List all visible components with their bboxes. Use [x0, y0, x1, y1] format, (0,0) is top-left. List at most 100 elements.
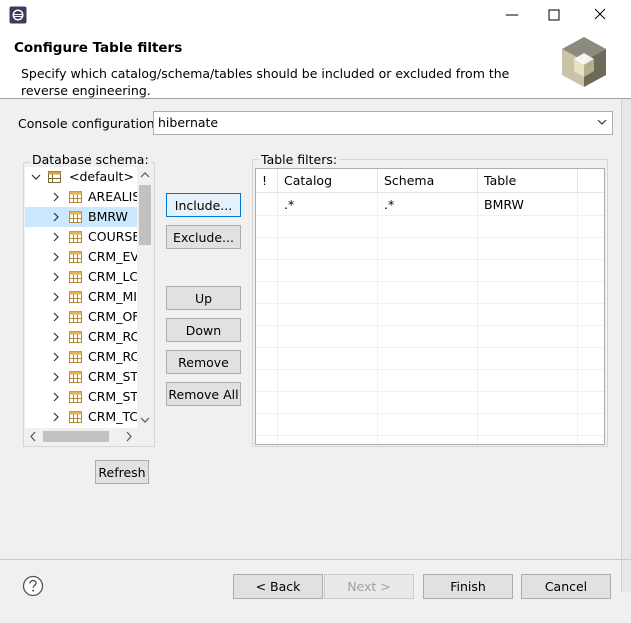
- help-icon[interactable]: [22, 575, 44, 597]
- tree-item-table[interactable]: COURSE: [25, 227, 137, 247]
- tree-root-label: <default>: [69, 169, 134, 184]
- grid-line: [256, 281, 604, 282]
- chevron-right-icon[interactable]: [51, 292, 61, 302]
- wizard-header: Configure Table filters Specify which ca…: [0, 32, 631, 99]
- console-configuration-value: hibernate: [158, 115, 219, 130]
- cell-catalog: .*: [284, 197, 295, 212]
- chevron-right-icon[interactable]: [51, 412, 61, 422]
- table-icon: [69, 251, 82, 263]
- grid-line: [377, 193, 378, 444]
- grid-line: [277, 193, 278, 444]
- chevron-down-icon: [597, 119, 607, 125]
- chevron-right-icon[interactable]: [51, 332, 61, 342]
- tree-item-table[interactable]: CRM_ST: [25, 367, 137, 387]
- tree-root[interactable]: <default>: [25, 167, 137, 187]
- footer-separator: [0, 559, 631, 560]
- column-header-catalog[interactable]: Catalog: [278, 169, 378, 193]
- schema-tree[interactable]: <default> AREALIS BMRW COURSE CRM_EV CRM_LC C…: [25, 167, 153, 445]
- chevron-right-icon[interactable]: [51, 252, 61, 262]
- cell-table: BMRW: [484, 197, 524, 212]
- up-button[interactable]: Up: [166, 286, 241, 310]
- grid-line: [256, 303, 604, 304]
- cancel-button[interactable]: Cancel: [521, 574, 611, 599]
- include-button[interactable]: Include...: [166, 193, 241, 217]
- remove-button[interactable]: Remove: [166, 350, 241, 374]
- down-button[interactable]: Down: [166, 318, 241, 342]
- horizontal-scrollbar[interactable]: [25, 428, 137, 445]
- tree-item-table[interactable]: BMRW: [25, 207, 137, 227]
- remove-all-button[interactable]: Remove All: [166, 382, 241, 406]
- page-title: Configure Table filters: [14, 40, 183, 56]
- tree-item-table[interactable]: CRM_TC: [25, 407, 137, 427]
- tree-item-table[interactable]: CRM_MI: [25, 287, 137, 307]
- tree-item-table[interactable]: CRM_EV: [25, 247, 137, 267]
- table-filters-grid[interactable]: ! Catalog Schema Table .* .* BMRW: [255, 168, 605, 445]
- title-bar: —: [0, 0, 631, 32]
- chevron-down-icon[interactable]: [31, 172, 41, 182]
- schema-icon: [48, 171, 61, 183]
- exclude-button[interactable]: Exclude...: [166, 225, 241, 249]
- chevron-left-icon[interactable]: [25, 428, 42, 445]
- chevron-right-icon[interactable]: [120, 428, 137, 445]
- tree-item-label: CRM_LC: [88, 269, 137, 284]
- column-header-schema[interactable]: Schema: [378, 169, 478, 193]
- tree-item-label: AREALIS: [88, 189, 137, 204]
- grid-line: [577, 193, 578, 444]
- chevron-up-icon[interactable]: [137, 167, 153, 184]
- grid-line: [256, 391, 604, 392]
- maximize-button[interactable]: [542, 4, 566, 26]
- vertical-scrollbar[interactable]: [137, 167, 153, 428]
- grid-line: [256, 237, 604, 238]
- next-button[interactable]: Next >: [324, 574, 414, 599]
- chevron-right-icon[interactable]: [51, 232, 61, 242]
- console-configuration-label: Console configuration:: [18, 116, 159, 131]
- grid-line: [477, 193, 478, 444]
- table-icon: [69, 211, 82, 223]
- minimize-button[interactable]: —: [500, 4, 524, 26]
- chevron-right-icon[interactable]: [51, 272, 61, 282]
- column-header-table[interactable]: Table: [478, 169, 578, 193]
- chevron-right-icon[interactable]: [51, 352, 61, 362]
- hibernate-cube-icon: [562, 37, 606, 87]
- finish-button[interactable]: Finish: [423, 574, 513, 599]
- tree-item-table[interactable]: CRM_LC: [25, 267, 137, 287]
- grid-line: [256, 369, 604, 370]
- grid-line: [256, 435, 604, 436]
- grid-line: [256, 215, 604, 216]
- tree-item-table[interactable]: AREALIS: [25, 187, 137, 207]
- page-description: Specify which catalog/schema/tables shou…: [21, 66, 510, 98]
- tree-item-table[interactable]: CRM_ST: [25, 387, 137, 407]
- tree-item-label: CRM_RC: [88, 329, 137, 344]
- column-header-filler: [578, 169, 604, 193]
- tree-item-table[interactable]: CRM_OF: [25, 307, 137, 327]
- scrollbar-thumb[interactable]: [43, 431, 109, 442]
- tree-item-label: CRM_TC: [88, 409, 137, 424]
- tree-item-table[interactable]: CRM_RC: [25, 327, 137, 347]
- tree-item-label: CRM_ST: [88, 389, 137, 404]
- chevron-right-icon[interactable]: [51, 192, 61, 202]
- column-header-flag[interactable]: !: [256, 169, 278, 193]
- scrollbar-corner: [137, 428, 153, 445]
- chevron-down-icon[interactable]: [137, 411, 153, 428]
- table-icon: [69, 331, 82, 343]
- tree-item-table[interactable]: CRM_RC: [25, 347, 137, 367]
- tree-item-label: CRM_MI: [88, 289, 137, 304]
- cell-schema: .*: [384, 197, 395, 212]
- background-window: [621, 32, 631, 592]
- grid-line: [256, 413, 604, 414]
- grid-line: [256, 347, 604, 348]
- table-icon: [69, 191, 82, 203]
- console-configuration-select[interactable]: hibernate: [153, 111, 613, 135]
- chevron-right-icon[interactable]: [51, 312, 61, 322]
- tree-item-label: CRM_EV: [88, 249, 137, 264]
- chevron-right-icon[interactable]: [51, 372, 61, 382]
- chevron-right-icon[interactable]: [51, 392, 61, 402]
- chevron-right-icon[interactable]: [51, 212, 61, 222]
- scrollbar-thumb[interactable]: [139, 185, 151, 245]
- tree-item-label: CRM_RC: [88, 349, 137, 364]
- close-button[interactable]: [588, 4, 612, 26]
- table-icon: [69, 271, 82, 283]
- refresh-button[interactable]: Refresh: [95, 460, 149, 484]
- back-button[interactable]: < Back: [233, 574, 323, 599]
- table-icon: [69, 291, 82, 303]
